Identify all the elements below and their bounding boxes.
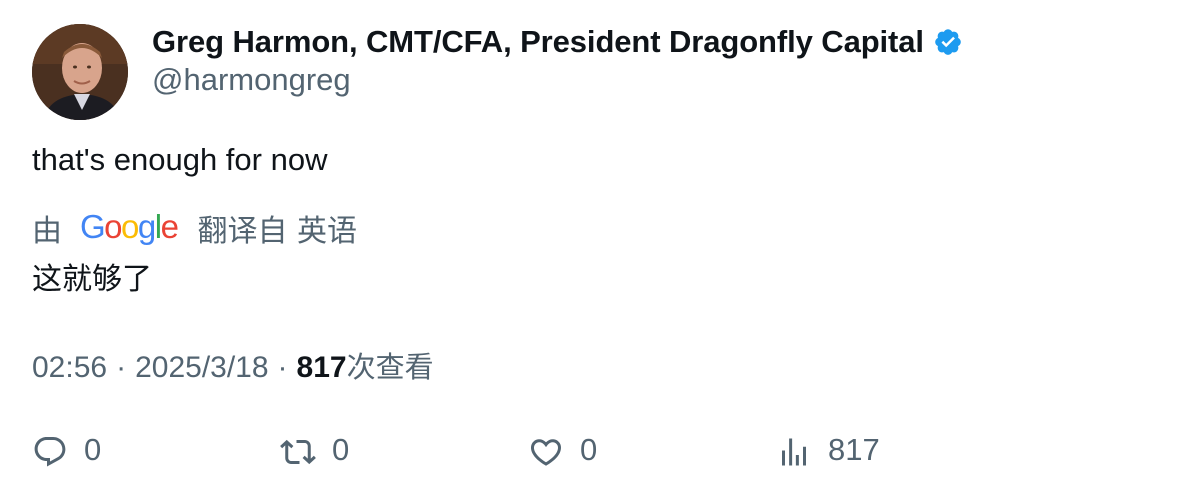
tweet-text: that's enough for now: [32, 142, 328, 177]
like-button[interactable]: 0: [528, 428, 597, 476]
avatar-photo: [32, 24, 128, 120]
author-name-row: Greg Harmon, CMT/CFA, President Dragonfl…: [152, 22, 963, 62]
verified-badge-icon[interactable]: [933, 27, 963, 57]
reply-icon: [34, 437, 66, 467]
meta-separator: ·: [277, 351, 288, 384]
heart-icon: [530, 439, 562, 466]
author-handle[interactable]: @harmongreg: [152, 62, 351, 98]
views-label: 次查看: [346, 350, 434, 384]
like-count: 0: [580, 432, 598, 467]
avatar[interactable]: [32, 24, 128, 120]
translated-from-label[interactable]: 翻译自 英语: [197, 206, 357, 250]
retweet-button[interactable]: 0: [280, 428, 349, 476]
views-button[interactable]: 817: [776, 428, 880, 476]
views-count: 817: [296, 351, 347, 384]
tweet-time[interactable]: 02:56: [32, 351, 107, 385]
translation-by-label: 由: [32, 214, 62, 249]
bar-chart-icon: [782, 438, 806, 466]
google-logo: Google: [80, 208, 179, 245]
tweet-card: Greg Harmon, CMT/CFA, President Dragonfl…: [0, 0, 1196, 498]
retweet-icon: [280, 439, 316, 465]
tweet-date[interactable]: 2025/3/18: [135, 351, 268, 385]
author-display-name[interactable]: Greg Harmon, CMT/CFA, President Dragonfl…: [152, 24, 924, 60]
tweet-actions: 0 0 0 817: [32, 428, 1172, 476]
translated-text: 这就够了: [32, 262, 152, 297]
meta-separator: ·: [116, 351, 127, 384]
tweet-meta: 02:56 · 2025/3/18 · 817 次查看: [32, 344, 434, 386]
translation-attribution: 由 Google 翻译自 英语: [32, 206, 357, 250]
reply-count: 0: [84, 432, 102, 467]
reply-button[interactable]: 0: [32, 428, 101, 476]
retweet-count: 0: [332, 432, 350, 467]
views-action-count: 817: [828, 432, 880, 467]
